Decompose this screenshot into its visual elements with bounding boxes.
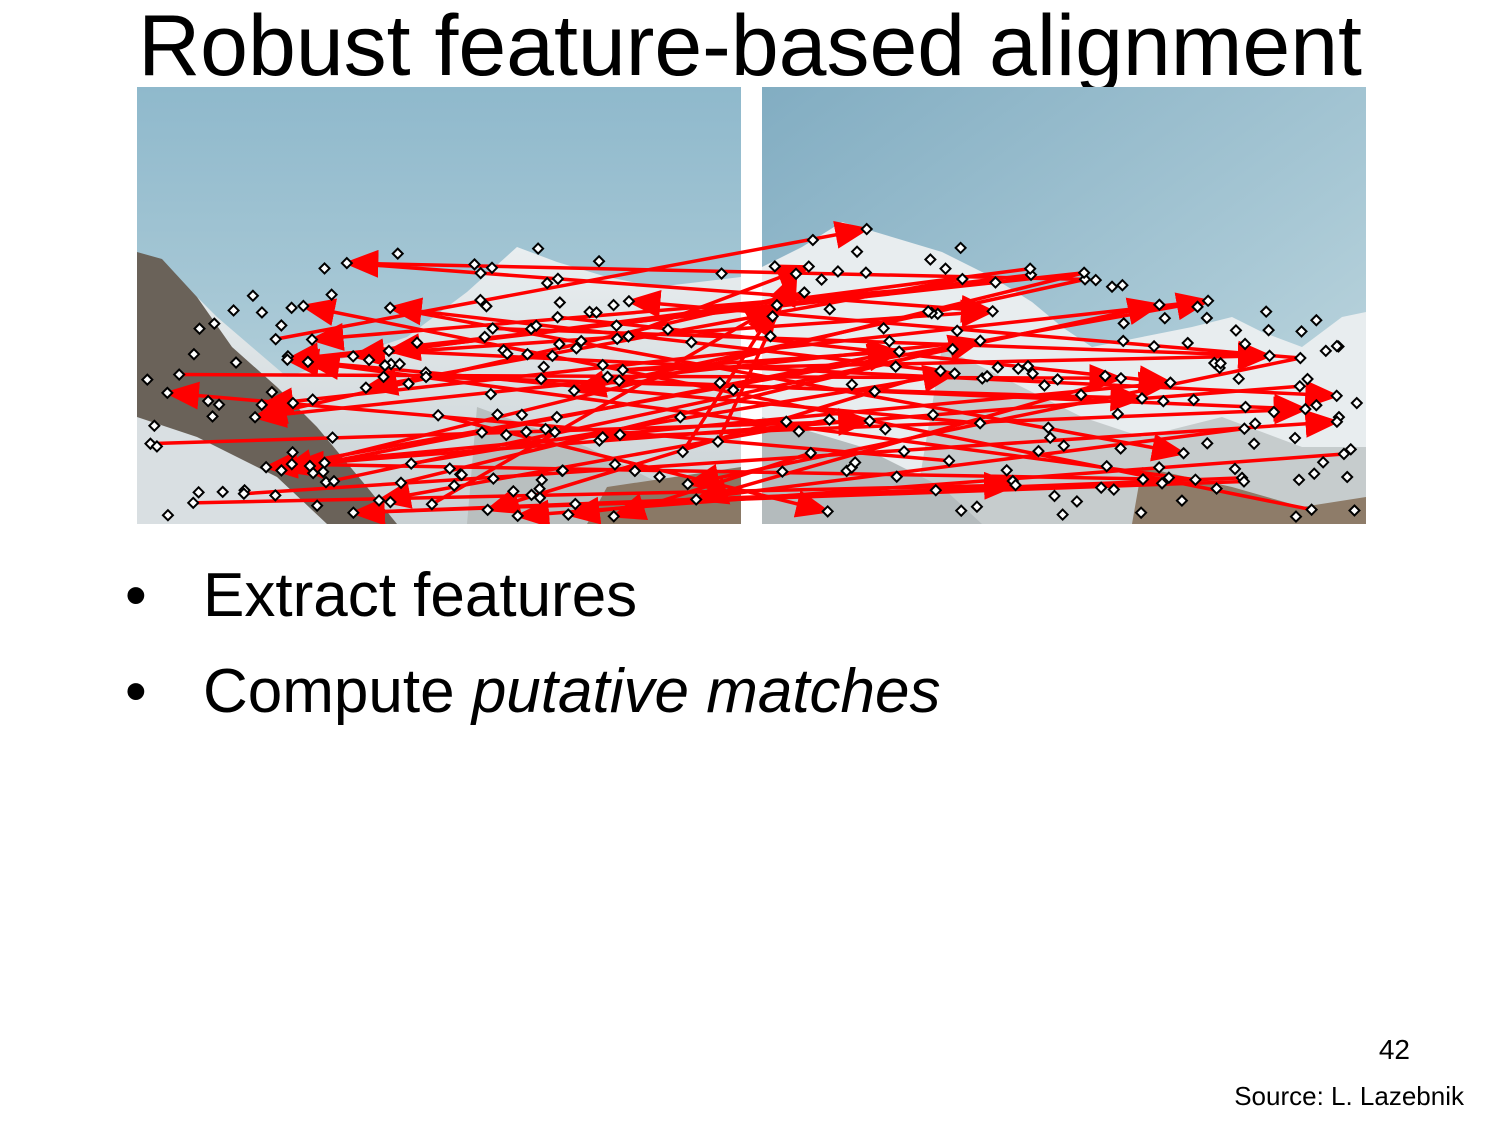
source-credit: Source: L. Lazebnik (1234, 1081, 1464, 1111)
bullet-dot: • (125, 657, 147, 726)
page-number: 42 (1378, 1034, 1410, 1065)
bullet-list: • Extract features • Compute putative ma… (125, 548, 941, 740)
left-mountain-photo (137, 87, 741, 524)
bullet-emphasis: putative matches (471, 657, 941, 726)
bullet-text: Extract features (203, 561, 638, 630)
bullet-item-extract-features: • Extract features (125, 548, 941, 644)
bullet-item-compute-matches: • Compute putative matches (125, 644, 941, 740)
right-mountain-photo (762, 87, 1366, 524)
bullet-text: Compute (203, 657, 472, 726)
slide-title: Robust feature-based alignment (138, 0, 1362, 94)
feature-match-figure (137, 87, 1366, 524)
bullet-dot: • (125, 561, 147, 630)
